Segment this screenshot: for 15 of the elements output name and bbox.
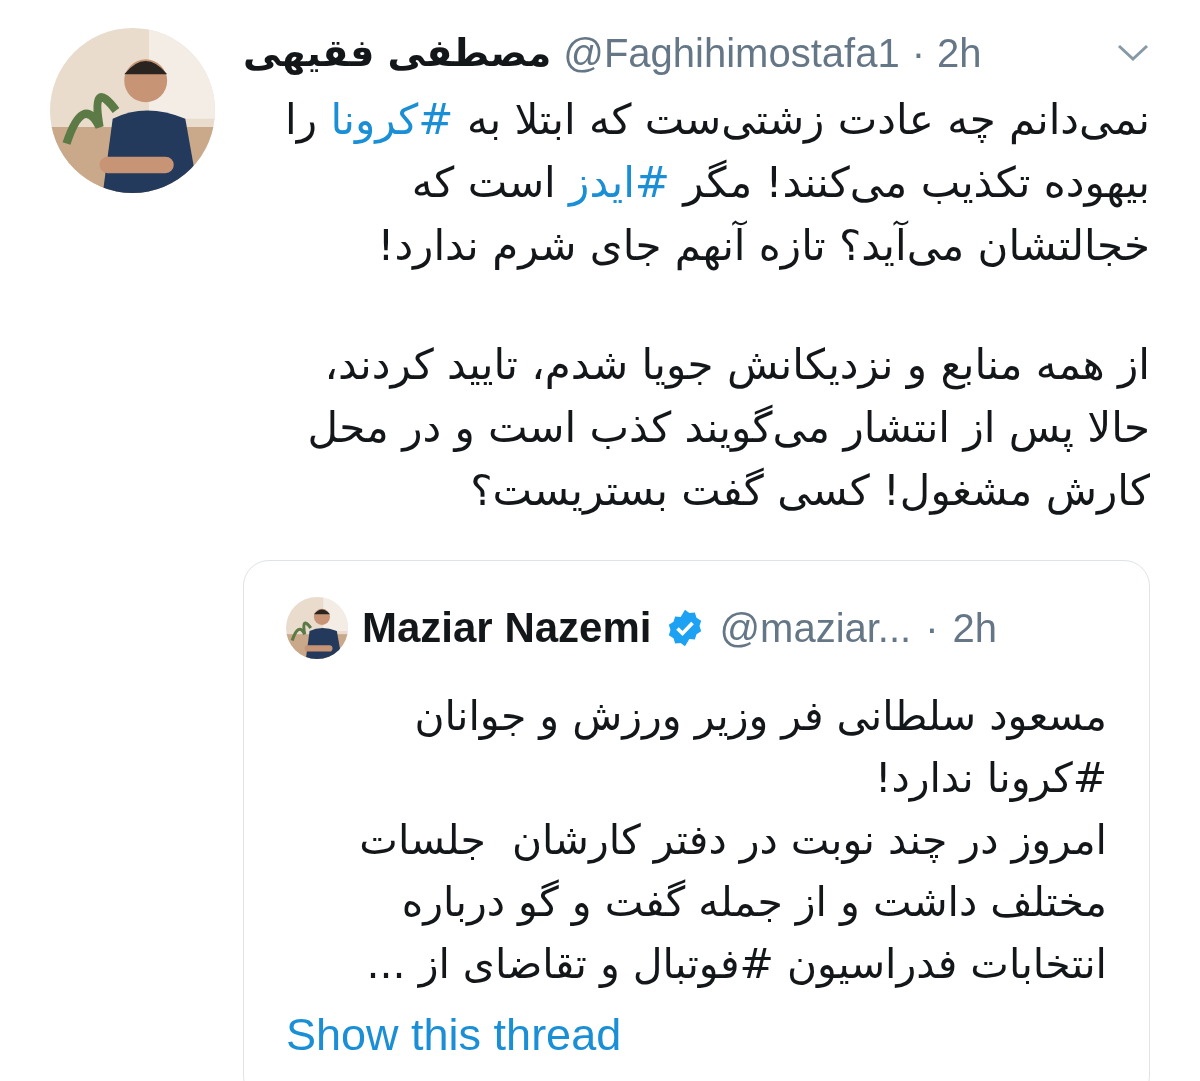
hashtag-link[interactable]: #کرونا bbox=[330, 95, 454, 144]
tweet-text: نمی‌دانم چه عادت زشتی‌ست که ابتلا به #کرونا را بیهوده تکذیب می‌کنند! مگر #ایدز است که خجالتشان می‌آید؟ تازه آنهم جای شرم ندارد! bbox=[284, 94, 1150, 273]
show-thread-link[interactable]: Show this thread bbox=[286, 1009, 622, 1061]
quoted-tweet-text: مسعود سلطانی فر وزیر ورزش و جوانان #کرونا ندارد! امروز در چند نوبت در دفتر کارشان جلسات مختلف داشت و از جمله گفت و گو درباره انتخابات فدراسیون #فوتبال و تقاضای از ... bbox=[358, 691, 1107, 990]
separator: · bbox=[911, 30, 925, 76]
hashtag-link[interactable]: #ایدز bbox=[569, 158, 670, 207]
author-name[interactable]: مصطفی فقیهی bbox=[243, 31, 552, 75]
tweet-time[interactable]: 2h bbox=[952, 605, 998, 651]
author-handle: @maziar... bbox=[719, 605, 912, 651]
separator: · bbox=[925, 605, 939, 651]
author-name[interactable]: Maziar Nazemi bbox=[362, 604, 652, 652]
tweet-text: از همه منابع و نزدیکانش جویا شدم، تایید کردند، حالا پس از انتشار می‌گویند کذب است و در محل کارش مشغول! کسی گفت بستریست؟ bbox=[306, 339, 1150, 517]
author-handle: @Faghihimostafa1 bbox=[563, 30, 900, 76]
chevron-down-icon[interactable] bbox=[1116, 43, 1150, 63]
tweet-time[interactable]: 2h bbox=[936, 30, 982, 76]
